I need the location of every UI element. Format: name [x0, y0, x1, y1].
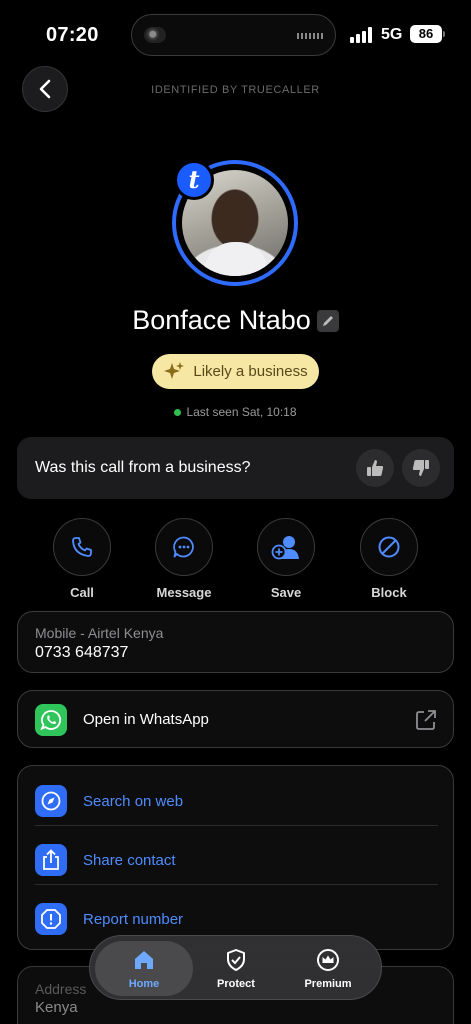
thumbs-down-button[interactable] [402, 449, 440, 487]
identified-by-label: IDENTIFIED BY TRUECALLER [151, 84, 320, 96]
share-contact-row[interactable]: Share contact [35, 827, 438, 885]
address-label: Address [35, 981, 87, 997]
add-contact-icon [271, 536, 299, 560]
share-icon [35, 844, 67, 876]
message-icon [173, 536, 194, 558]
report-number-label: Report number [83, 911, 184, 928]
nav-home[interactable]: Home [95, 941, 193, 996]
message-label: Message [156, 585, 212, 600]
contact-name: Bonface Ntabo [132, 305, 311, 335]
battery-tip [443, 31, 445, 37]
edit-name-icon[interactable] [316, 309, 339, 332]
waveform-icon [297, 33, 323, 39]
search-on-web-label: Search on web [83, 793, 184, 810]
open-whatsapp-row[interactable]: Open in WhatsApp [17, 690, 454, 748]
sparkle-icon [164, 361, 185, 379]
bottom-nav: Home Protect Premium [89, 935, 382, 1000]
last-seen: Last seen Sat, 10:18 [0, 405, 471, 419]
call-button[interactable]: Call [52, 518, 112, 600]
actions-list-card: Search on web Share contact Report numbe… [17, 765, 454, 950]
truecaller-badge-icon: t [174, 160, 214, 200]
nav-protect[interactable]: Protect [187, 941, 285, 996]
phone-number[interactable]: 0733 648737 [35, 644, 128, 662]
search-on-web-row[interactable]: Search on web [35, 768, 438, 826]
network-type: 5G [381, 26, 403, 43]
signal-icon [350, 27, 374, 43]
nav-premium-label: Premium [304, 978, 352, 990]
compass-icon [35, 785, 67, 817]
block-button[interactable]: Block [359, 518, 419, 600]
contact-name-row: Bonface Ntabo [0, 305, 471, 336]
thumbs-down-icon [412, 460, 429, 476]
thumbs-up-icon [367, 460, 384, 476]
last-seen-text: Last seen Sat, 10:18 [186, 405, 297, 419]
whatsapp-icon [35, 704, 67, 736]
likely-business-badge: Likely a business [152, 354, 319, 389]
crown-icon [317, 949, 339, 971]
status-bar: 07:20 5G 86 [0, 0, 471, 70]
nav-premium[interactable]: Premium [279, 941, 377, 996]
home-icon [135, 951, 153, 969]
address-value: Kenya [35, 999, 78, 1016]
dynamic-island [131, 14, 336, 56]
status-time: 07:20 [46, 24, 99, 46]
share-contact-label: Share contact [83, 852, 176, 869]
phone-number-card[interactable]: Mobile - Airtel Kenya 0733 648737 [17, 611, 454, 673]
nav-protect-label: Protect [217, 978, 255, 990]
save-label: Save [270, 585, 302, 600]
message-button[interactable]: Message [154, 518, 214, 600]
feedback-question: Was this call from a business? [35, 459, 251, 476]
report-icon [35, 903, 67, 935]
save-button[interactable]: Save [256, 518, 316, 600]
phone-carrier-label: Mobile - Airtel Kenya [35, 625, 164, 641]
battery-icon: 86 [410, 25, 442, 43]
call-label: Call [70, 585, 94, 600]
block-icon [378, 536, 400, 558]
shield-icon [227, 949, 245, 971]
online-dot-icon [174, 408, 182, 416]
business-feedback-card: Was this call from a business? [17, 437, 454, 499]
open-whatsapp-label: Open in WhatsApp [83, 711, 209, 728]
block-label: Block [371, 585, 407, 600]
island-activity-icon [144, 27, 166, 43]
external-link-icon [416, 710, 436, 730]
phone-icon [72, 537, 92, 557]
nav-home-label: Home [128, 978, 160, 990]
thumbs-up-button[interactable] [356, 449, 394, 487]
likely-business-label: Likely a business [193, 363, 308, 380]
